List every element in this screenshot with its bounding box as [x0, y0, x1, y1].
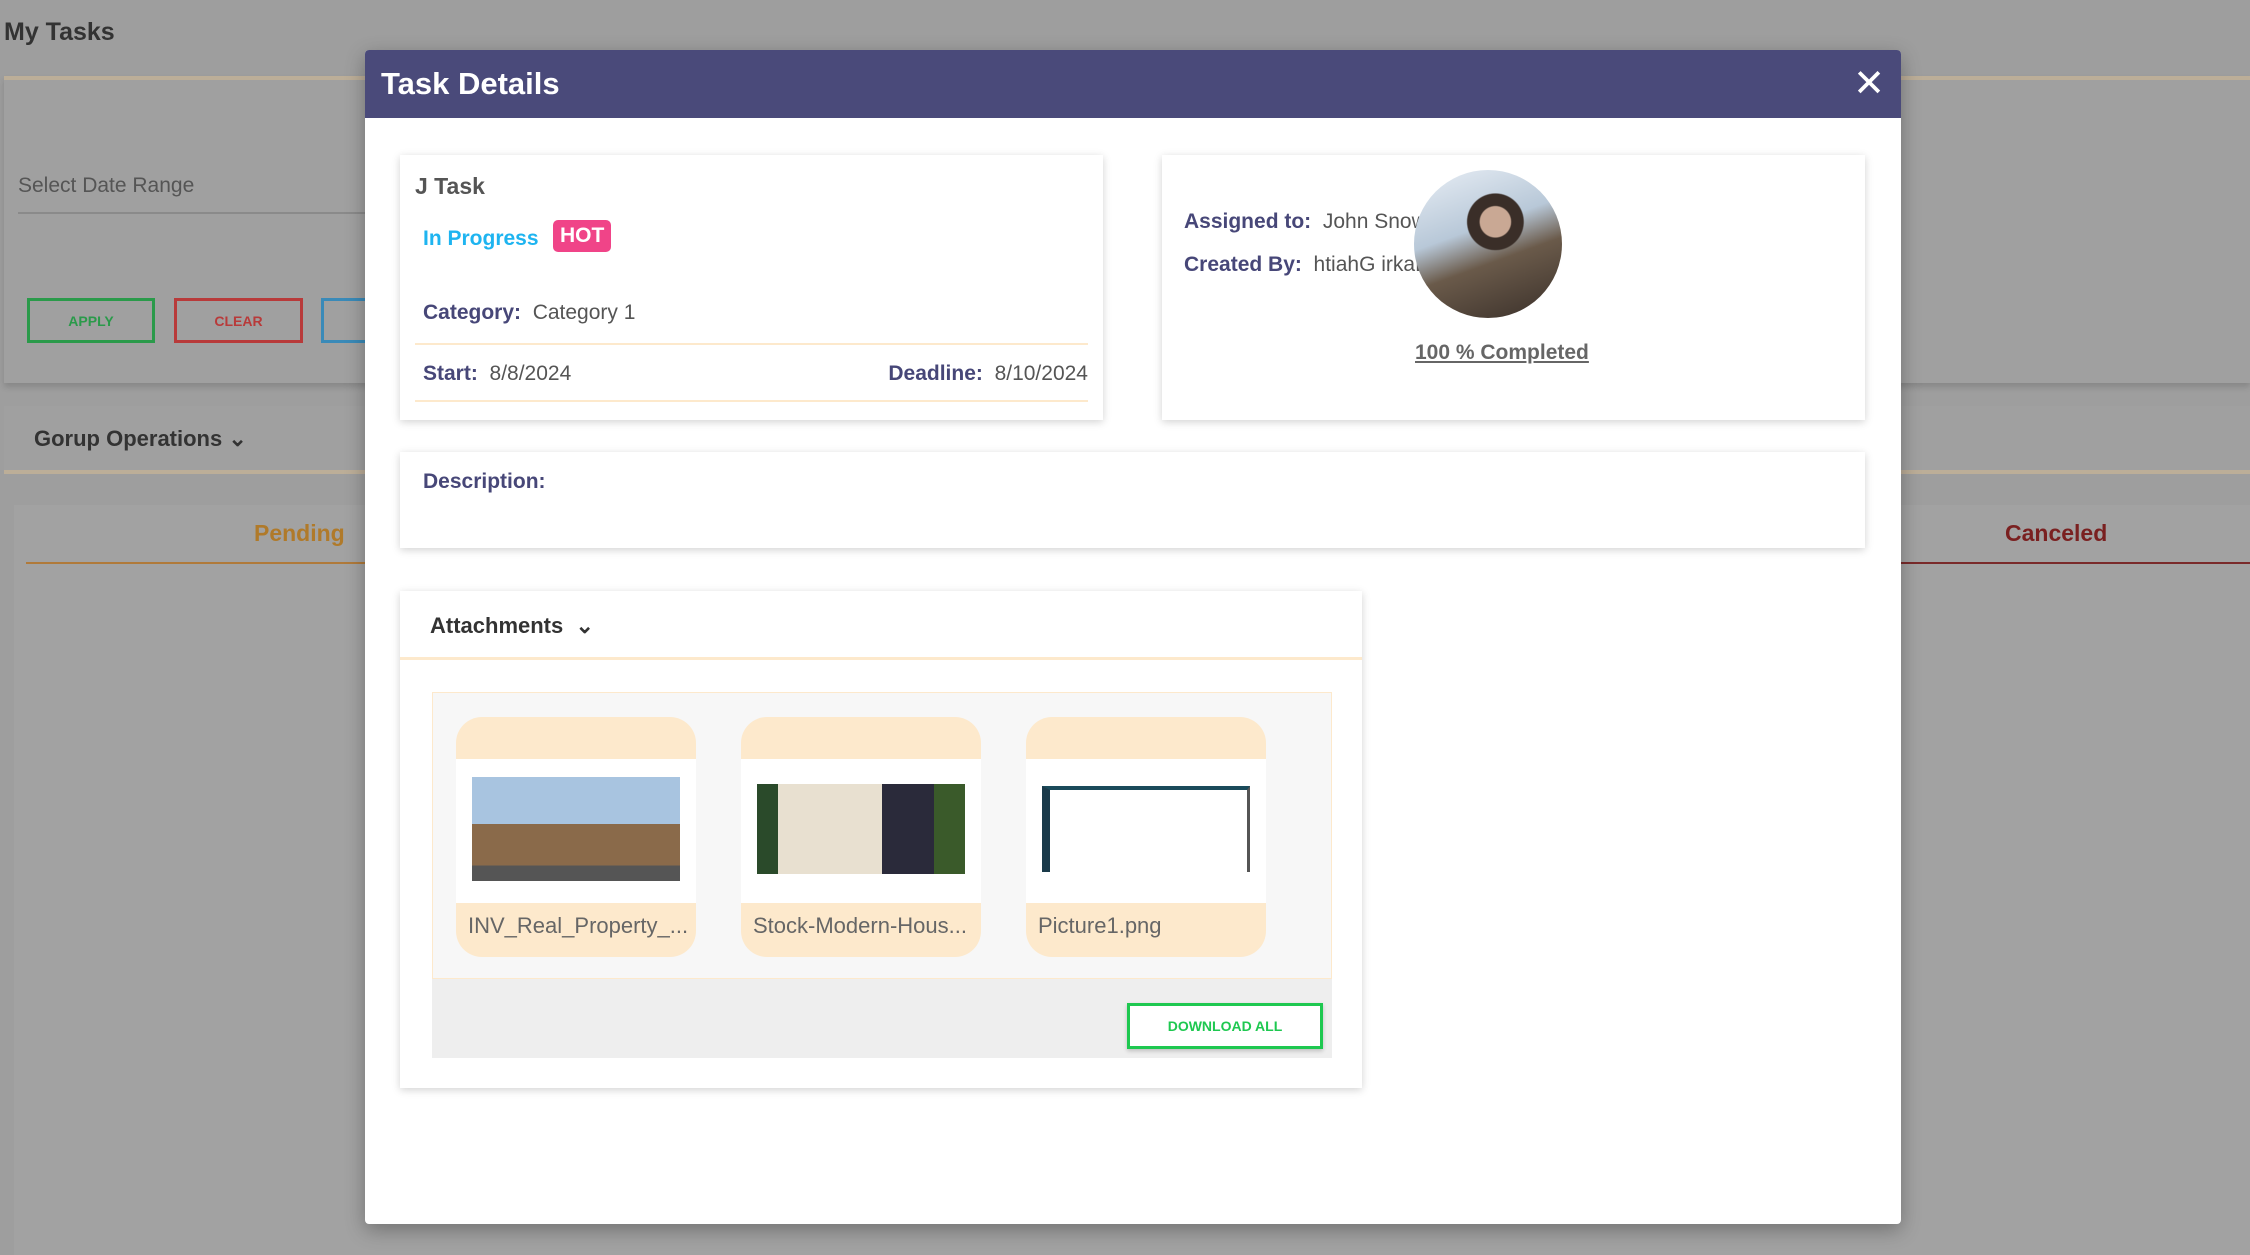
attachments-panel: Attachments ⌄ INV_Real_Property_... Stoc… — [400, 591, 1362, 1088]
category-value: Category 1 — [532, 301, 636, 324]
assignment-card: Assigned to: John Snow Created By: htiah… — [1162, 155, 1865, 420]
assigned-value: John Snow — [1322, 210, 1427, 233]
modal-header: Task Details ✕ — [365, 50, 1901, 118]
modal-title: Task Details — [381, 66, 560, 101]
task-info-card: J Task In Progress HOT Category: Categor… — [400, 155, 1103, 420]
attachment-name: Stock-Modern-Hous... — [753, 913, 967, 938]
download-all-button[interactable]: DOWNLOAD ALL — [1127, 1003, 1323, 1049]
close-icon[interactable]: ✕ — [1853, 65, 1885, 103]
category-label: Category: — [423, 301, 522, 324]
attachment-name: Picture1.png — [1038, 913, 1162, 938]
assignee-avatar — [1414, 170, 1562, 318]
deadline-value: 8/10/2024 — [994, 362, 1088, 385]
column-canceled: Canceled — [2005, 520, 2108, 546]
group-operations-label: Gorup Operations — [34, 426, 223, 451]
description-card: Description: — [400, 452, 1865, 548]
attachment-thumbnail — [757, 784, 965, 874]
attachments-container: INV_Real_Property_... Stock-Modern-Hous.… — [432, 692, 1332, 1058]
attachments-title: Attachments — [430, 613, 564, 638]
deadline-label: Deadline: — [888, 362, 983, 385]
apply-button[interactable]: APPLY — [27, 298, 155, 343]
attachments-toggle[interactable]: Attachments ⌄ — [400, 591, 1362, 660]
attachment-thumbnail — [1042, 786, 1250, 872]
clear-button[interactable]: CLEAR — [174, 298, 303, 343]
task-name: J Task — [415, 173, 485, 199]
created-by-label: Created By: — [1184, 253, 1302, 276]
priority-badge: HOT — [553, 220, 612, 252]
attachment-tile[interactable]: Stock-Modern-Hous... — [741, 717, 981, 957]
attachment-tile[interactable]: INV_Real_Property_... — [456, 717, 696, 957]
status-badge: In Progress — [423, 227, 539, 250]
column-pending: Pending — [254, 520, 345, 546]
chevron-down-icon: ⌄ — [228, 426, 247, 451]
attachment-tile[interactable]: Picture1.png — [1026, 717, 1266, 957]
assigned-label: Assigned to: — [1184, 210, 1312, 233]
description-label: Description: — [423, 470, 546, 493]
attachment-name: INV_Real_Property_... — [468, 913, 689, 938]
start-label: Start: — [423, 362, 478, 385]
attachment-list: INV_Real_Property_... Stock-Modern-Hous.… — [432, 692, 1332, 979]
progress-link[interactable]: 100 % Completed — [1415, 341, 1589, 365]
page-title: My Tasks — [4, 18, 115, 46]
date-range-input[interactable]: Select Date Range — [18, 174, 378, 214]
start-value: 8/8/2024 — [489, 362, 572, 385]
attachment-thumbnail — [472, 777, 680, 881]
task-details-modal: Task Details ✕ J Task In Progress HOT Ca… — [365, 50, 1901, 1224]
chevron-down-icon: ⌄ — [575, 613, 594, 638]
